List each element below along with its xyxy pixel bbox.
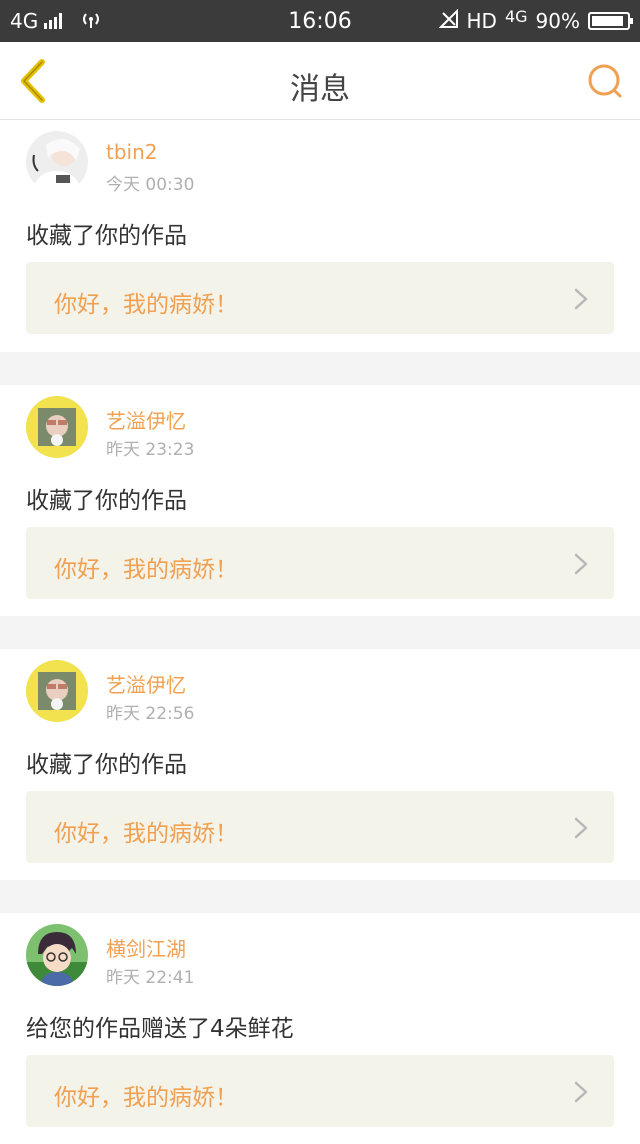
avatar[interactable] <box>26 131 88 193</box>
nav-header: 消息 <box>0 42 640 120</box>
chevron-right-icon <box>574 288 588 310</box>
message-card[interactable]: 艺溢伊忆 昨天 23:23 收藏了你的作品 你好，我的病娇！ <box>0 385 640 616</box>
chevron-right-icon <box>574 553 588 575</box>
user-name[interactable]: tbin2 <box>106 140 158 164</box>
network-type-left: 4G <box>10 9 39 33</box>
message-time: 今天 00:30 <box>106 175 195 195</box>
message-list: tbin2 今天 00:30 收藏了你的作品 你好，我的病娇！ 艺溢伊忆 昨天 … <box>0 120 640 1144</box>
message-time: 昨天 23:23 <box>106 440 195 460</box>
message-time: 昨天 22:56 <box>106 704 195 724</box>
work-title: 你好，我的病娇！ <box>54 1085 238 1111</box>
user-name[interactable]: 艺溢伊忆 <box>106 405 186 434</box>
message-card[interactable]: 艺溢伊忆 昨天 22:56 收藏了你的作品 你好，我的病娇！ <box>0 649 640 880</box>
avatar[interactable] <box>26 924 88 986</box>
search-button[interactable] <box>586 62 624 100</box>
network-type-right: 4G <box>504 6 528 26</box>
work-link[interactable]: 你好，我的病娇！ <box>26 527 614 599</box>
work-title: 你好，我的病娇！ <box>54 821 238 847</box>
message-action: 收藏了你的作品 <box>26 752 187 778</box>
work-link[interactable]: 你好，我的病娇！ <box>26 791 614 863</box>
message-card[interactable]: tbin2 今天 00:30 收藏了你的作品 你好，我的病娇！ <box>0 120 640 352</box>
work-title: 你好，我的病娇！ <box>54 292 238 318</box>
page-title: 消息 <box>290 72 350 107</box>
search-icon <box>588 64 622 98</box>
work-link[interactable]: 你好，我的病娇！ <box>26 1055 614 1127</box>
hotspot-icon <box>80 9 102 34</box>
signal-icon <box>44 13 63 29</box>
avatar[interactable] <box>26 660 88 722</box>
status-right: HD 4G 90% <box>438 6 633 34</box>
chevron-right-icon <box>574 817 588 839</box>
battery-icon <box>588 12 633 30</box>
message-time: 昨天 22:41 <box>106 968 195 988</box>
message-action: 给您的作品赠送了4朵鲜花 <box>26 1016 294 1042</box>
work-link[interactable]: 你好，我的病娇！ <box>26 262 614 334</box>
battery-percent: 90% <box>535 9 580 33</box>
status-left: 4G <box>10 9 102 34</box>
battery-fill <box>592 16 623 26</box>
chevron-right-icon <box>574 1081 588 1103</box>
message-action: 收藏了你的作品 <box>26 488 187 514</box>
user-name[interactable]: 艺溢伊忆 <box>106 669 186 698</box>
hd-label: HD <box>466 9 497 33</box>
user-name[interactable]: 横剑江湖 <box>106 933 186 962</box>
no-signal-icon <box>438 8 459 34</box>
status-bar: 4G 16:06 HD 4G 90% <box>0 0 640 42</box>
message-action: 收藏了你的作品 <box>26 223 187 249</box>
work-title: 你好，我的病娇！ <box>54 557 238 583</box>
message-card[interactable]: 横剑江湖 昨天 22:41 给您的作品赠送了4朵鲜花 你好，我的病娇！ <box>0 913 640 1144</box>
avatar[interactable] <box>26 396 88 458</box>
